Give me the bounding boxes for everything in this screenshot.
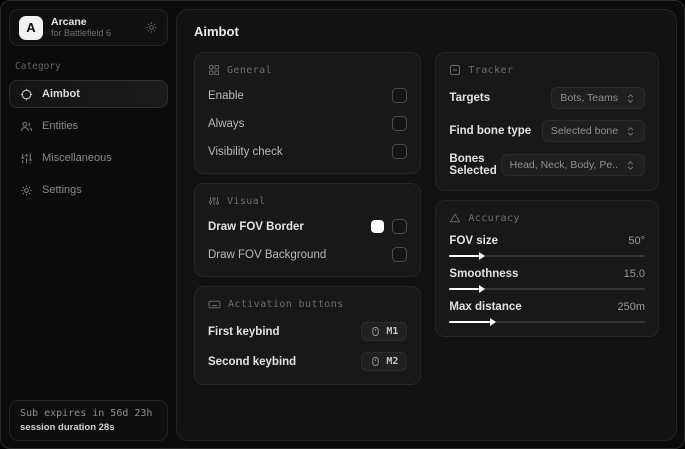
app-window: A Arcane for Battlefield 6 Category Aimb… [0, 0, 685, 449]
grid-icon [208, 64, 220, 76]
keyboard-icon [208, 298, 221, 311]
always-checkbox[interactable] [392, 116, 408, 131]
enable-checkbox[interactable] [392, 88, 408, 103]
tracker-card-title: Tracker [468, 64, 514, 76]
chevrons-up-down-icon [625, 160, 636, 171]
gear-icon [20, 184, 33, 197]
second-keybind-button[interactable]: M2 [361, 352, 408, 371]
app-subtitle: for Battlefield 6 [51, 28, 112, 39]
fov-size-slider[interactable] [449, 255, 645, 257]
setting-label: Find bone type [449, 125, 532, 137]
tracker-card: Tracker Targets Bots, Teams Find bone ty… [435, 52, 659, 191]
main-panel: Aimbot General Enable Always Visibility … [176, 9, 677, 441]
sidebar-item-label: Aimbot [42, 88, 80, 100]
chevrons-up-down-icon [625, 126, 636, 137]
setting-label: First keybind [208, 325, 280, 338]
bones-selected-select[interactable]: Head, Neck, Body, Pe.. [500, 154, 645, 176]
mouse-icon [370, 356, 381, 367]
slider-label: Smoothness [449, 268, 519, 280]
crosshair-icon [20, 88, 33, 101]
smoothness-slider-block: Smoothness 15.0 [449, 268, 645, 290]
fov-size-slider-block: FOV size 50° [449, 235, 645, 257]
draw-fov-background-checkbox[interactable] [392, 247, 408, 262]
slider-value: 15.0 [623, 268, 645, 280]
setting-row-find-bone-type: Find bone type Selected bone [449, 120, 645, 142]
subscription-card: Sub expires in 56d 23h session duration … [9, 400, 168, 441]
sidebar-item-aimbot[interactable]: Aimbot [9, 80, 168, 108]
accuracy-card: Accuracy FOV size 50° Smoothness 15.0 Ma… [435, 200, 659, 337]
app-logo: A [19, 15, 43, 40]
sidebar-item-settings[interactable]: Settings [9, 176, 168, 204]
sliders-icon [20, 152, 33, 165]
brand-text: Arcane for Battlefield 6 [51, 16, 137, 38]
select-value: Selected bone [550, 125, 618, 137]
sidebar: A Arcane for Battlefield 6 Category Aimb… [1, 1, 176, 448]
first-keybind-button[interactable]: M1 [361, 322, 408, 341]
activation-card-title: Activation buttons [228, 299, 344, 310]
chevrons-up-down-icon [625, 93, 636, 104]
visibility-check-checkbox[interactable] [392, 144, 408, 159]
brand-card: A Arcane for Battlefield 6 [9, 9, 168, 46]
page-title: Aimbot [194, 24, 239, 39]
draw-fov-border-checkbox[interactable] [392, 219, 408, 234]
setting-row-targets: Targets Bots, Teams [449, 87, 645, 109]
setting-row-draw-fov-background: Draw FOV Background [208, 246, 408, 263]
setting-label: Targets [449, 92, 491, 104]
setting-label: Bones Selected [449, 153, 497, 177]
setting-row-draw-fov-border: Draw FOV Border [208, 218, 408, 235]
sidebar-item-label: Settings [42, 184, 82, 196]
setting-label: Visibility check [208, 145, 283, 158]
accuracy-card-title: Accuracy [468, 212, 520, 224]
slider-label: Max distance [449, 301, 522, 313]
keybind-value: M1 [386, 326, 399, 337]
app-name: Arcane [51, 16, 87, 29]
setting-label: Always [208, 117, 245, 130]
setting-label: Draw FOV Border [208, 220, 304, 233]
smoothness-slider[interactable] [449, 288, 645, 290]
left-column: General Enable Always Visibility check V… [194, 52, 422, 385]
session-duration-text: session duration 28s [20, 422, 115, 433]
setting-row-bones-selected: Bones Selected Head, Neck, Body, Pe.. [449, 153, 645, 177]
general-card: General Enable Always Visibility check [194, 52, 422, 174]
mouse-icon [370, 326, 381, 337]
setting-row-always: Always [208, 115, 408, 132]
visual-card-title: Visual [227, 195, 266, 207]
setting-row-first-keybind: First keybind M1 [208, 322, 408, 341]
slider-value: 250m [617, 301, 645, 313]
visual-card: Visual Draw FOV Border Draw FOV Backgrou… [194, 183, 422, 277]
brand-gear-icon[interactable] [145, 21, 158, 34]
max-distance-slider-block: Max distance 250m [449, 301, 645, 323]
setting-label: Enable [208, 89, 244, 102]
general-card-title: General [227, 64, 272, 76]
targets-select[interactable]: Bots, Teams [551, 87, 645, 109]
slider-value: 50° [628, 235, 645, 247]
sidebar-item-label: Miscellaneous [42, 152, 112, 164]
users-icon [20, 120, 33, 133]
activation-buttons-card: Activation buttons First keybind M1 Seco… [194, 286, 422, 385]
keybind-value: M2 [386, 356, 399, 367]
fov-border-color-swatch[interactable] [371, 220, 385, 233]
select-value: Head, Neck, Body, Pe.. [509, 159, 618, 171]
sidebar-nav: Aimbot Entities Miscellaneous Settings [9, 80, 168, 204]
category-label: Category [15, 61, 61, 72]
find-bone-type-select[interactable]: Selected bone [541, 120, 645, 142]
sidebar-item-entities[interactable]: Entities [9, 112, 168, 140]
setting-row-second-keybind: Second keybind M2 [208, 352, 408, 371]
triangle-icon [449, 212, 461, 224]
adjustments-icon [208, 195, 220, 207]
sub-expiry-text: Sub expires in 56d 23h [20, 408, 153, 419]
setting-row-enable: Enable [208, 87, 408, 104]
setting-row-visibility-check: Visibility check [208, 143, 408, 160]
slider-label: FOV size [449, 235, 498, 247]
square-minus-icon [449, 64, 461, 76]
setting-label: Second keybind [208, 355, 297, 368]
sidebar-item-label: Entities [42, 120, 79, 132]
select-value: Bots, Teams [560, 92, 618, 104]
setting-label: Draw FOV Background [208, 248, 327, 261]
right-column: Tracker Targets Bots, Teams Find bone ty… [435, 52, 659, 337]
sidebar-item-miscellaneous[interactable]: Miscellaneous [9, 144, 168, 172]
max-distance-slider[interactable] [449, 321, 645, 323]
